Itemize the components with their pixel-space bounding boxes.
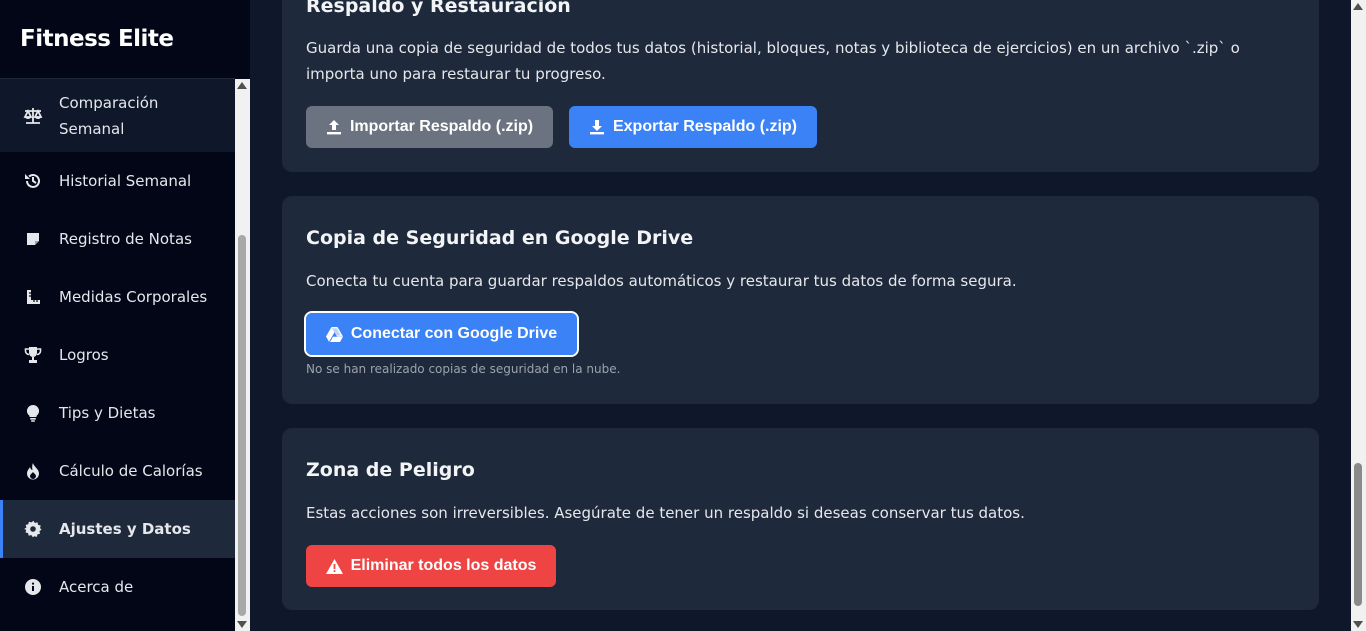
sidebar-nav: Comparación Semanal Historial Semanal Re… — [0, 79, 235, 616]
ruler-icon — [22, 286, 44, 308]
app-title: Fitness Elite — [20, 26, 174, 52]
sidebar-item-label: Ajustes y Datos — [59, 520, 191, 538]
sidebar-item-tips-y-dietas[interactable]: Tips y Dietas — [0, 384, 235, 442]
sidebar-item-label: Tips y Dietas — [59, 404, 156, 422]
danger-title: Zona de Peligro — [306, 459, 475, 481]
connect-google-drive-button[interactable]: Conectar con Google Drive — [304, 311, 579, 357]
warning-icon — [325, 558, 343, 574]
sidebar-item-label: Medidas Corporales — [59, 288, 208, 306]
balance-scale-icon — [22, 105, 44, 127]
import-backup-button[interactable]: Importar Respaldo (.zip) — [306, 106, 553, 148]
sidebar: Fitness Elite Comparación Semanal Histor… — [0, 0, 250, 631]
trophy-icon — [22, 344, 44, 366]
main-scroll-thumb[interactable] — [1354, 463, 1362, 606]
lightbulb-icon — [22, 402, 44, 424]
sidebar-item-label: Historial Semanal — [59, 172, 192, 190]
sidebar-item-calculo-de-calorias[interactable]: Cálculo de Calorías — [0, 442, 235, 500]
import-backup-label: Importar Respaldo (.zip) — [349, 118, 534, 135]
sidebar-item-logros[interactable]: Logros — [0, 326, 235, 384]
google-drive-icon — [325, 326, 343, 342]
sidebar-item-registro-de-notas[interactable]: Registro de Notas — [0, 210, 235, 268]
drive-title: Copia de Seguridad en Google Drive — [306, 227, 694, 249]
sidebar-item-medidas-corporales[interactable]: Medidas Corporales — [0, 268, 235, 326]
brand-header: Fitness Elite — [0, 0, 235, 79]
sidebar-item-label: Acerca de — [59, 578, 134, 596]
main-scroll-down-icon[interactable] — [1353, 621, 1363, 628]
download-icon — [589, 119, 605, 135]
connect-google-drive-label: Conectar con Google Drive — [350, 325, 558, 342]
gear-icon — [22, 518, 44, 540]
danger-zone-card: Zona de Peligro Estas acciones son irrev… — [282, 428, 1319, 610]
upload-icon — [326, 119, 342, 135]
backup-title: Respaldo y Restauración — [306, 0, 571, 17]
history-icon — [22, 170, 44, 192]
sidebar-item-label: Registro de Notas — [59, 230, 192, 248]
sidebar-item-comparacion-semanal[interactable]: Comparación Semanal — [0, 79, 235, 152]
info-icon — [22, 576, 44, 598]
sidebar-item-ajustes-y-datos[interactable]: Ajustes y Datos — [0, 500, 235, 558]
delete-all-data-label: Eliminar todos los datos — [350, 557, 537, 574]
fire-icon — [22, 460, 44, 482]
export-backup-button[interactable]: Exportar Respaldo (.zip) — [569, 106, 817, 148]
sidebar-scroll-thumb[interactable] — [238, 235, 246, 616]
drive-backup-status: No se han realizado copias de seguridad … — [306, 362, 621, 376]
sidebar-scroll-up-icon[interactable] — [237, 82, 247, 89]
sidebar-item-acerca-de[interactable]: Acerca de — [0, 558, 235, 616]
export-backup-label: Exportar Respaldo (.zip) — [612, 118, 798, 135]
sidebar-item-label: Comparación Semanal — [59, 93, 159, 138]
danger-description: Estas acciones son irreversibles. Asegúr… — [306, 504, 1025, 522]
delete-all-data-button[interactable]: Eliminar todos los datos — [306, 545, 556, 587]
sidebar-scroll-down-icon[interactable] — [237, 621, 247, 628]
google-drive-card: Copia de Seguridad en Google Drive Conec… — [282, 196, 1319, 404]
backup-card: Respaldo y Restauración Guarda una copia… — [282, 0, 1319, 172]
sidebar-item-historial-semanal[interactable]: Historial Semanal — [0, 152, 235, 210]
note-icon — [22, 228, 44, 250]
drive-description: Conecta tu cuenta para guardar respaldos… — [306, 272, 1017, 290]
sidebar-item-label: Cálculo de Calorías — [59, 462, 203, 480]
backup-description: Guarda una copia de seguridad de todos t… — [306, 39, 1240, 83]
main-scroll-up-icon[interactable] — [1353, 3, 1363, 10]
sidebar-item-label: Logros — [59, 346, 109, 364]
